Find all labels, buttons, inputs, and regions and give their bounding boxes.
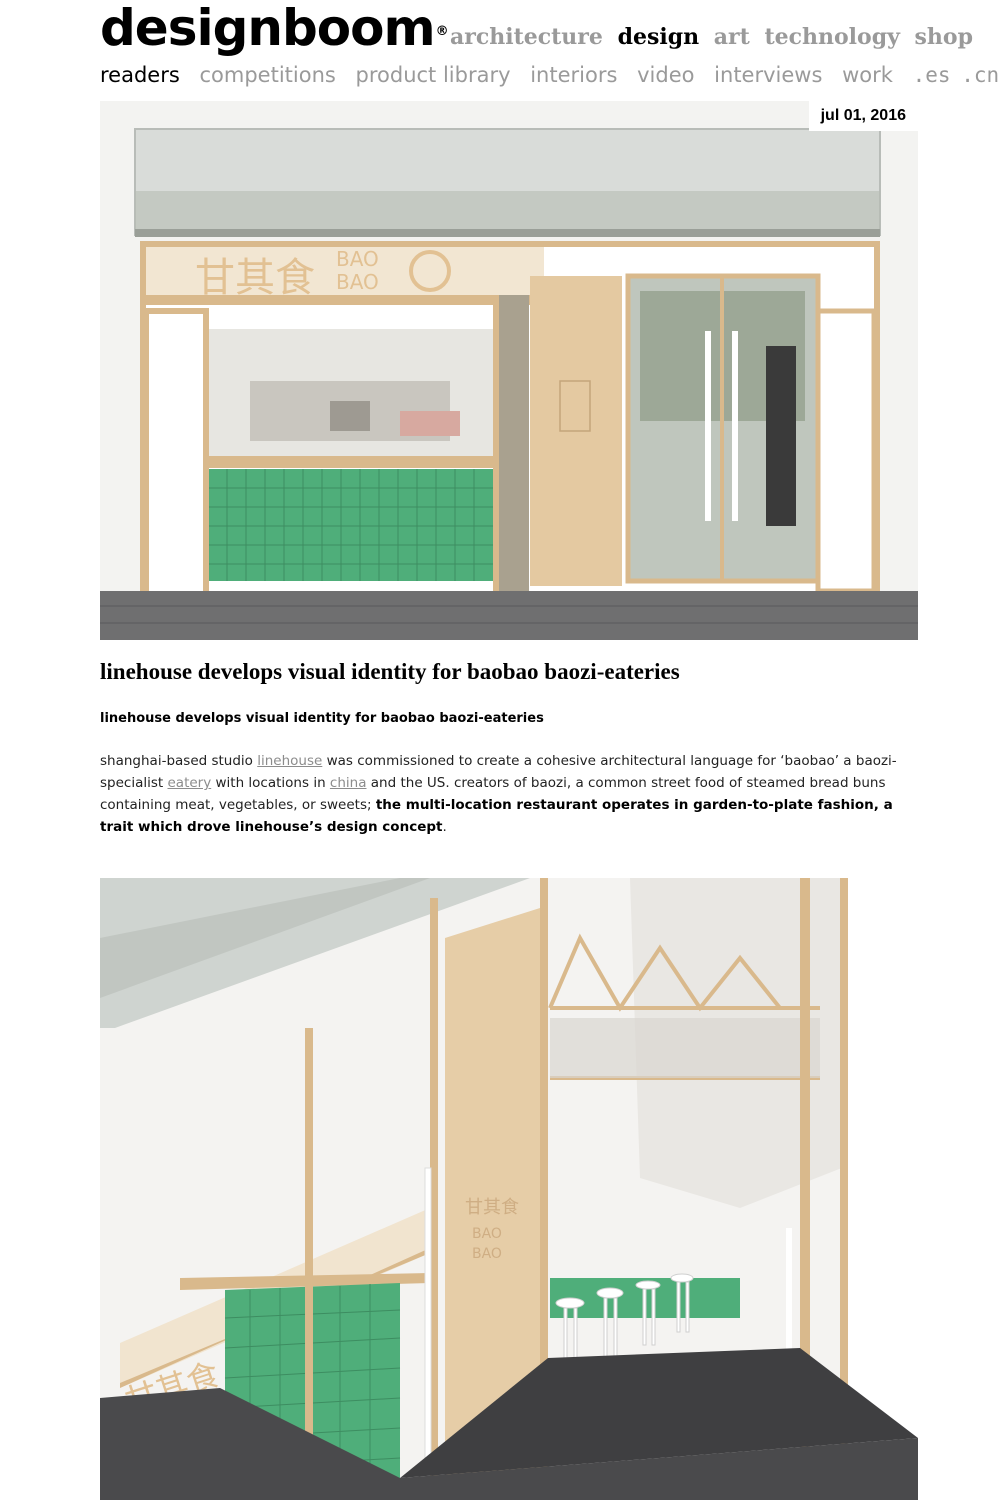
designboom-logo[interactable]: designboom® [100, 0, 449, 57]
body-text-end: . [442, 819, 447, 835]
date-badge: jul 01, 2016 [808, 101, 918, 131]
logo-text: designboom [100, 0, 436, 57]
sign-bao-2: BAO [336, 270, 379, 294]
body-text-1: shanghai-based studio [100, 753, 258, 769]
nav-architecture[interactable]: architecture [450, 24, 603, 50]
storefront-illustration: 甘其食 BAO BAO [100, 101, 918, 640]
subnav-interiors[interactable]: interiors [530, 63, 617, 87]
sign-chinese: 甘其食 [195, 255, 315, 301]
sub-nav: readers competitions product library int… [100, 60, 1000, 90]
nav-art[interactable]: art [714, 24, 750, 50]
door-sign-chinese: 甘其食 [465, 1197, 519, 1218]
sign-bao-1: BAO [336, 247, 379, 271]
door-sign-bao-2: BAO [472, 1246, 502, 1262]
door-sign-bao-1: BAO [472, 1226, 502, 1242]
nav-shop[interactable]: shop [915, 24, 973, 50]
subnav-readers[interactable]: readers [100, 63, 180, 87]
article-body: shanghai-based studio linehouse was comm… [100, 750, 920, 838]
main-nav: architecture design art technology shop [450, 22, 980, 52]
nav-design[interactable]: design [618, 24, 700, 50]
subnav-work[interactable]: work [842, 63, 893, 87]
link-eatery[interactable]: eatery [167, 775, 211, 791]
article-subheadline: linehouse develops visual identity for b… [100, 711, 544, 726]
subnav-interviews[interactable]: interviews [714, 63, 822, 87]
subnav-cn[interactable]: .cn [961, 63, 999, 87]
subnav-product-library[interactable]: product library [356, 63, 511, 87]
subnav-es[interactable]: .es [913, 63, 951, 87]
subnav-video[interactable]: video [637, 63, 694, 87]
article-headline: linehouse develops visual identity for b… [100, 659, 680, 684]
storefront-photo[interactable]: 甘其食 BAO BAO jul 01, 2016 [100, 101, 918, 640]
link-linehouse[interactable]: linehouse [257, 753, 322, 769]
subnav-competitions[interactable]: competitions [199, 63, 335, 87]
link-china[interactable]: china [330, 775, 367, 791]
body-text-3: with locations in [211, 775, 330, 791]
nav-technology[interactable]: technology [764, 24, 899, 50]
registered-mark: ® [435, 24, 449, 39]
interior-photo[interactable]: 甘其食 甘其食 BAO BAO [100, 878, 918, 1500]
interior-illustration: 甘其食 甘其食 BAO BAO [100, 878, 918, 1500]
